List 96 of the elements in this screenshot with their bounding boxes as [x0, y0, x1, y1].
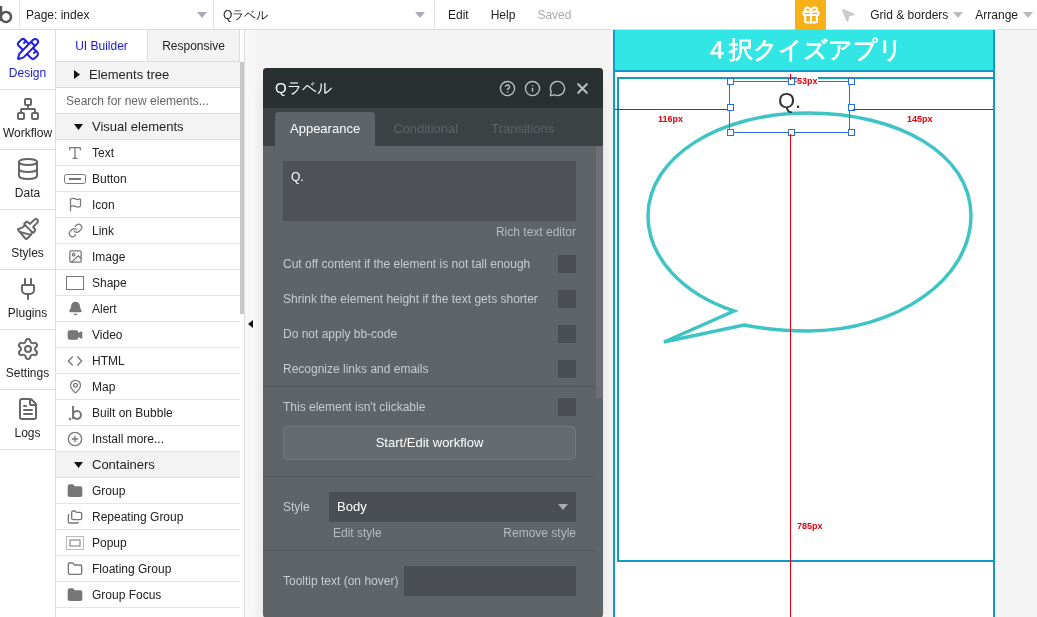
element-item[interactable]: Video [56, 322, 240, 348]
comment-icon[interactable] [549, 79, 566, 97]
folders-icon [67, 508, 83, 525]
element-item[interactable]: Built on Bubble [56, 400, 240, 426]
app-title: ４択クイズアプリ [705, 35, 903, 65]
caret-icon [415, 11, 425, 18]
folder-icon [67, 482, 83, 499]
workflow-button[interactable]: Start/Edit workflow [283, 426, 576, 460]
brush-icon [15, 217, 40, 241]
element-item[interactable]: Image [56, 244, 240, 270]
element-item[interactable]: Repeating Group [56, 504, 240, 530]
element-item[interactable]: Floating Group [56, 556, 240, 582]
help-icon[interactable] [499, 79, 516, 97]
folder-icon [67, 560, 83, 577]
option-label: Do not apply bb-code [283, 326, 398, 343]
button-shape-icon [64, 173, 86, 184]
menu-item[interactable]: Edit [448, 5, 469, 24]
nav-item[interactable]: Logs [0, 390, 55, 450]
plus-circle-icon [67, 430, 83, 447]
collapse-arrow-icon[interactable] [248, 319, 253, 328]
element-item[interactable]: HTML [56, 348, 240, 374]
guide-line [790, 74, 791, 80]
option-label: Cut off content if the element is not tall enough [283, 256, 531, 273]
section-header[interactable]: Containers [56, 452, 240, 478]
ruler-pencil-icon [15, 37, 40, 61]
nav-item[interactable]: Workflow [0, 90, 55, 150]
flag-icon [67, 197, 83, 212]
scrollbar[interactable] [596, 146, 603, 398]
grid-borders-menu[interactable]: Grid & borders [870, 5, 976, 24]
page-dropdown[interactable]: Page: index [20, 0, 214, 29]
tooltip-label: Tooltip text (on hover) [283, 573, 399, 590]
resize-handle[interactable] [788, 129, 795, 136]
nav-item[interactable]: Plugins [0, 270, 55, 330]
triangle-icon [74, 70, 80, 79]
link-icon [67, 223, 83, 238]
logo-icon[interactable] [0, 4, 14, 25]
option-label: Recognize links and emails [283, 361, 429, 378]
bell-icon [67, 301, 83, 316]
arrange-menu[interactable]: Arrange [975, 5, 1037, 24]
resize-handle[interactable] [788, 78, 795, 85]
map-pin-icon [67, 379, 83, 394]
nav-item[interactable]: Data [0, 150, 55, 210]
nav-item[interactable]: Settings [0, 330, 55, 390]
scrollbar[interactable] [240, 62, 244, 314]
element-item[interactable]: Link [56, 218, 240, 244]
resize-handle[interactable] [848, 104, 855, 111]
panel-tab[interactable]: Appearance [275, 112, 376, 146]
element-item[interactable]: Alert [56, 296, 240, 322]
style-dropdown[interactable]: Body [329, 492, 576, 522]
distance-label: 116px [658, 113, 684, 126]
builder-tab[interactable]: Responsive [148, 30, 240, 62]
resize-handle[interactable] [727, 129, 734, 136]
element-item[interactable]: Group Focus [56, 582, 240, 608]
text-editor-field[interactable]: Q. [283, 161, 576, 221]
question-label: Q. [777, 87, 802, 115]
info-icon[interactable] [524, 79, 541, 97]
hierarchy-icon [15, 97, 40, 121]
element-item[interactable]: Button [56, 166, 240, 192]
option-label: Shrink the element height if the text gets shorter [283, 291, 538, 308]
resize-handle[interactable] [727, 78, 734, 85]
elements-tree-header[interactable]: Elements tree [56, 62, 240, 88]
database-icon [15, 157, 40, 181]
style-label: Style [283, 499, 311, 516]
triangle-icon [74, 123, 83, 130]
bubble-logo-icon [68, 404, 82, 421]
builder-tab[interactable]: UI Builder [56, 30, 148, 62]
nav-item[interactable]: Styles [0, 210, 55, 270]
triangle-icon [74, 461, 83, 468]
folder-icon [67, 586, 83, 603]
option-label: This element isn't clickable [283, 399, 426, 416]
resize-handle[interactable] [848, 129, 855, 136]
settings-icon [15, 337, 40, 361]
panel-title: Qラベル [275, 77, 333, 98]
resize-handle[interactable] [848, 78, 855, 85]
gift-icon [800, 4, 821, 25]
element-item[interactable]: Shape [56, 270, 240, 296]
distance-label: 785px [797, 520, 823, 533]
caret-icon [558, 504, 568, 510]
element-item[interactable]: Group [56, 478, 240, 504]
section-header[interactable]: Visual elements [56, 114, 240, 140]
popup-icon [66, 535, 84, 550]
element-dropdown[interactable]: Qラベル [214, 0, 435, 29]
element-item[interactable]: Map [56, 374, 240, 400]
rectangle-icon [66, 275, 84, 290]
resize-handle[interactable] [727, 104, 734, 111]
nav-item[interactable]: Design [0, 30, 55, 90]
distance-label: 53px [797, 75, 818, 89]
distance-label: 145px [907, 113, 933, 126]
search-field[interactable]: Search for new elements... [56, 88, 240, 114]
caret-icon [1023, 11, 1033, 18]
caret-icon [953, 11, 964, 18]
element-item[interactable]: Popup [56, 530, 240, 556]
menu-item[interactable]: Help [490, 5, 516, 24]
letter-icon [67, 144, 83, 161]
image-icon [67, 249, 83, 264]
caret-icon [197, 11, 207, 18]
